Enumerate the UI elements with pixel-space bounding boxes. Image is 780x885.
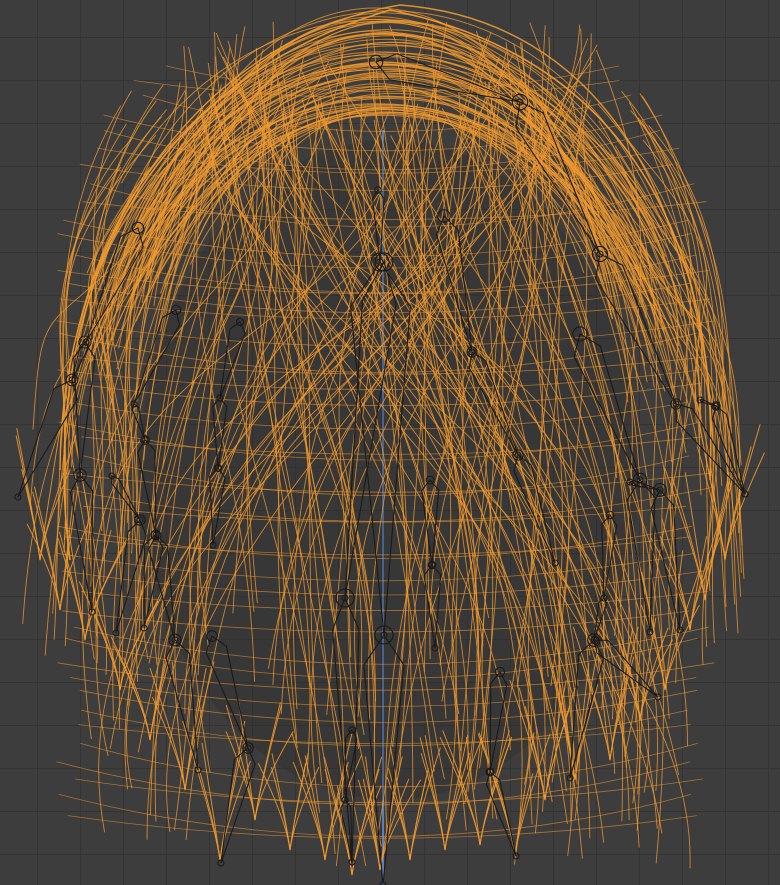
hair-wire-strand xyxy=(659,536,708,631)
3d-viewport[interactable] xyxy=(0,0,780,885)
armature-bone[interactable] xyxy=(217,742,256,867)
hair-wire-strand xyxy=(151,696,199,791)
viewport-scene[interactable] xyxy=(0,0,780,885)
